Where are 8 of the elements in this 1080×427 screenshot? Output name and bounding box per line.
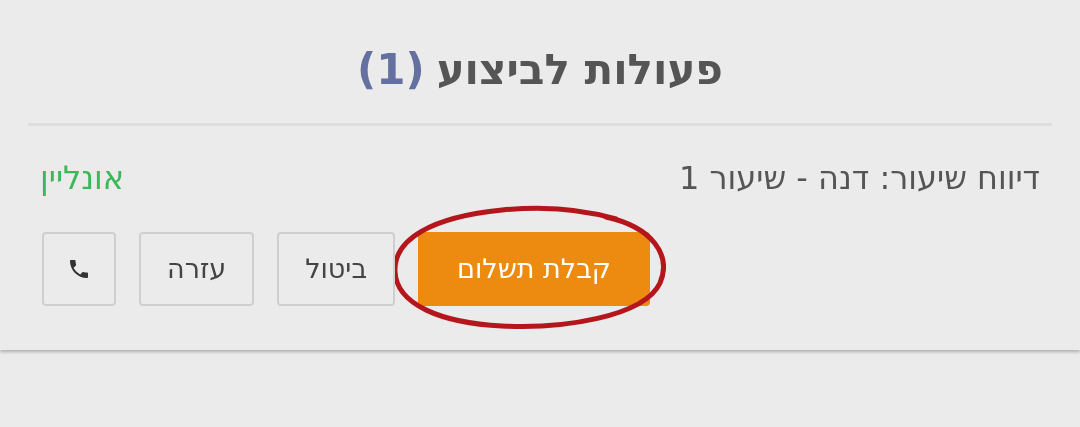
task-text: דיווח שיעור: דנה - שיעור 1 — [679, 158, 1040, 199]
card-title: פעולות לביצוע — [436, 44, 723, 96]
phone-icon — [67, 257, 91, 281]
action-button[interactable]: ביטול — [277, 232, 395, 306]
call-button[interactable] — [42, 232, 116, 306]
count-label: (1) — [357, 44, 425, 96]
status-label: אונליין — [40, 158, 125, 199]
action-button[interactable]: עזרה — [139, 232, 255, 306]
